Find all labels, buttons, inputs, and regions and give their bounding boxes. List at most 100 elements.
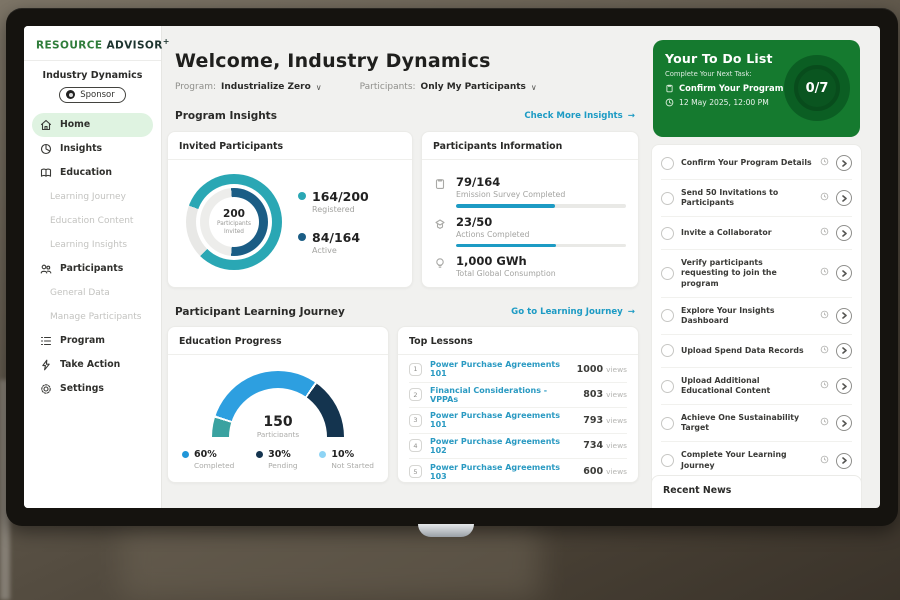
lesson-title-link[interactable]: Power Purchase Agreements 101: [430, 411, 575, 429]
sidebar-item-insights[interactable]: Insights: [32, 137, 153, 161]
sidebar-item-take-action[interactable]: Take Action: [32, 353, 153, 377]
task-checkbox[interactable]: [661, 227, 674, 240]
participants-information-card: Participants Information 79/164 Emission…: [421, 131, 639, 288]
actions-label: Actions Completed: [456, 230, 626, 239]
check-more-insights-link[interactable]: Check More Insights →: [524, 111, 635, 121]
lesson-rank: 3: [409, 414, 422, 427]
task-open-button[interactable]: [836, 453, 852, 469]
clock-icon: [820, 345, 829, 357]
filter-bar: Program: Industrialize Zero ∨ Participan…: [175, 82, 537, 92]
sidebar-item-label: Learning Insights: [50, 240, 127, 250]
task-checkbox[interactable]: [661, 267, 674, 280]
task-row: Upload Additional Educational Content: [661, 368, 852, 405]
completed-value: 60%: [194, 449, 234, 460]
dashboard-screen: RESOURCE ADVISOR+ Industry Dynamics Spon…: [24, 26, 880, 508]
task-label: Verify participants requesting to join t…: [681, 258, 813, 288]
task-open-button[interactable]: [836, 415, 852, 431]
sidebar-item-learning-journey[interactable]: Learning Journey: [32, 185, 153, 209]
sidebar-item-manage-participants[interactable]: Manage Participants: [32, 305, 153, 329]
task-label: Achieve One Sustainability Target: [681, 413, 813, 433]
learning-journey-header: Participant Learning Journey Go to Learn…: [167, 306, 639, 318]
sidebar-item-label: Learning Journey: [50, 192, 126, 202]
legend-completed: 60% Completed: [182, 449, 234, 470]
sidebar-item-settings[interactable]: Settings: [32, 377, 153, 401]
clock-icon: [820, 227, 829, 239]
education-icon: [40, 167, 52, 179]
sidebar-item-label: Education: [60, 167, 112, 178]
education-progress-card: Education Progress 150 Participants 60% …: [167, 326, 389, 483]
task-checkbox[interactable]: [661, 417, 674, 430]
todo-tasks-card: Confirm Your Program Details Send 50 Inv…: [651, 144, 862, 508]
recent-news-card: Recent News: [651, 475, 862, 508]
arrow-right-icon: →: [628, 307, 635, 317]
lesson-views: 803: [583, 389, 603, 400]
pending-label: Pending: [268, 461, 298, 470]
arrow-right-icon: →: [628, 111, 635, 121]
task-label: Explore Your Insights Dashboard: [681, 306, 813, 326]
gauge-center-label: 150 Participants: [212, 414, 344, 437]
survey-label: Emission Survey Completed: [456, 190, 626, 199]
sidebar-item-general-data[interactable]: General Data: [32, 281, 153, 305]
lesson-row: 4 Power Purchase Agreements 102 734views: [409, 434, 627, 460]
active-label: Active: [312, 246, 360, 255]
lesson-views-label: views: [606, 390, 627, 399]
task-open-button[interactable]: [836, 343, 852, 359]
lesson-title-link[interactable]: Financial Considerations - VPPAs: [430, 386, 575, 404]
clock-icon: [820, 417, 829, 429]
program-filter-value: Industrialize Zero: [221, 82, 311, 92]
task-checkbox[interactable]: [661, 454, 674, 467]
participants-filter-label: Participants:: [360, 82, 416, 92]
task-checkbox[interactable]: [661, 344, 674, 357]
logo-advisor: ADVISOR: [107, 40, 163, 52]
lesson-title-link[interactable]: Power Purchase Agreements 103: [430, 463, 575, 481]
legend-registered: 164/200 Registered: [298, 189, 369, 214]
task-open-button[interactable]: [836, 190, 852, 206]
task-checkbox[interactable]: [661, 380, 674, 393]
lesson-views-label: views: [606, 441, 627, 450]
task-label: Upload Additional Educational Content: [681, 376, 813, 396]
sidebar-item-home[interactable]: Home: [32, 113, 153, 137]
task-open-button[interactable]: [836, 265, 852, 281]
task-open-button[interactable]: [836, 308, 852, 324]
donut-center-label: 200 Participants Invited: [186, 174, 282, 270]
actions-value: 23/50: [456, 215, 626, 229]
task-checkbox[interactable]: [661, 309, 674, 322]
program-filter-dropdown[interactable]: Program: Industrialize Zero ∨: [175, 82, 322, 92]
participants-information-title: Participants Information: [422, 132, 638, 160]
top-lessons-list: 1 Power Purchase Agreements 101 1000view…: [398, 355, 638, 487]
lesson-rank: 2: [409, 388, 422, 401]
consumption-label: Total Global Consumption: [456, 269, 626, 278]
go-to-learning-journey-link[interactable]: Go to Learning Journey →: [511, 307, 635, 317]
task-label: Upload Spend Data Records: [681, 346, 813, 356]
survey-progress-bar: [456, 204, 626, 208]
sidebar-item-education[interactable]: Education: [32, 161, 153, 185]
task-checkbox[interactable]: [661, 157, 674, 170]
todo-column: Your To Do List Complete Your Next Task:…: [651, 26, 862, 508]
task-row: Achieve One Sustainability Target: [661, 405, 852, 442]
sidebar-item-program[interactable]: Program: [32, 329, 153, 353]
survey-value: 79/164: [456, 175, 626, 189]
participants-information-rows: 79/164 Emission Survey Completed 23/50 A…: [422, 160, 638, 291]
task-open-button[interactable]: [836, 378, 852, 394]
sponsor-icon: [66, 90, 75, 99]
clock-icon: [820, 267, 829, 279]
sidebar-item-learning-insights[interactable]: Learning Insights: [32, 233, 153, 257]
go-to-learning-journey-label: Go to Learning Journey: [511, 307, 623, 317]
lesson-rank: 4: [409, 439, 422, 452]
task-open-button[interactable]: [836, 225, 852, 241]
todo-hero-card: Your To Do List Complete Your Next Task:…: [653, 40, 860, 137]
consumption-icon: [434, 254, 447, 283]
lesson-title-link[interactable]: Power Purchase Agreements 102: [430, 437, 575, 455]
participants-filter-dropdown[interactable]: Participants: Only My Participants ∨: [360, 82, 537, 92]
sidebar-item-participants[interactable]: Participants: [32, 257, 153, 281]
logo-resource: RESOURCE: [36, 40, 102, 52]
background-desk-patch: [120, 520, 540, 600]
top-lessons-title: Top Lessons: [398, 327, 638, 355]
sidebar-nav: Home Insights Education Learning Journey…: [24, 111, 161, 403]
lesson-title-link[interactable]: Power Purchase Agreements 101: [430, 360, 569, 378]
clock-icon: [820, 157, 829, 169]
actions-progress-bar: [456, 244, 626, 248]
task-open-button[interactable]: [836, 155, 852, 171]
task-checkbox[interactable]: [661, 192, 674, 205]
sidebar-item-education-content[interactable]: Education Content: [32, 209, 153, 233]
